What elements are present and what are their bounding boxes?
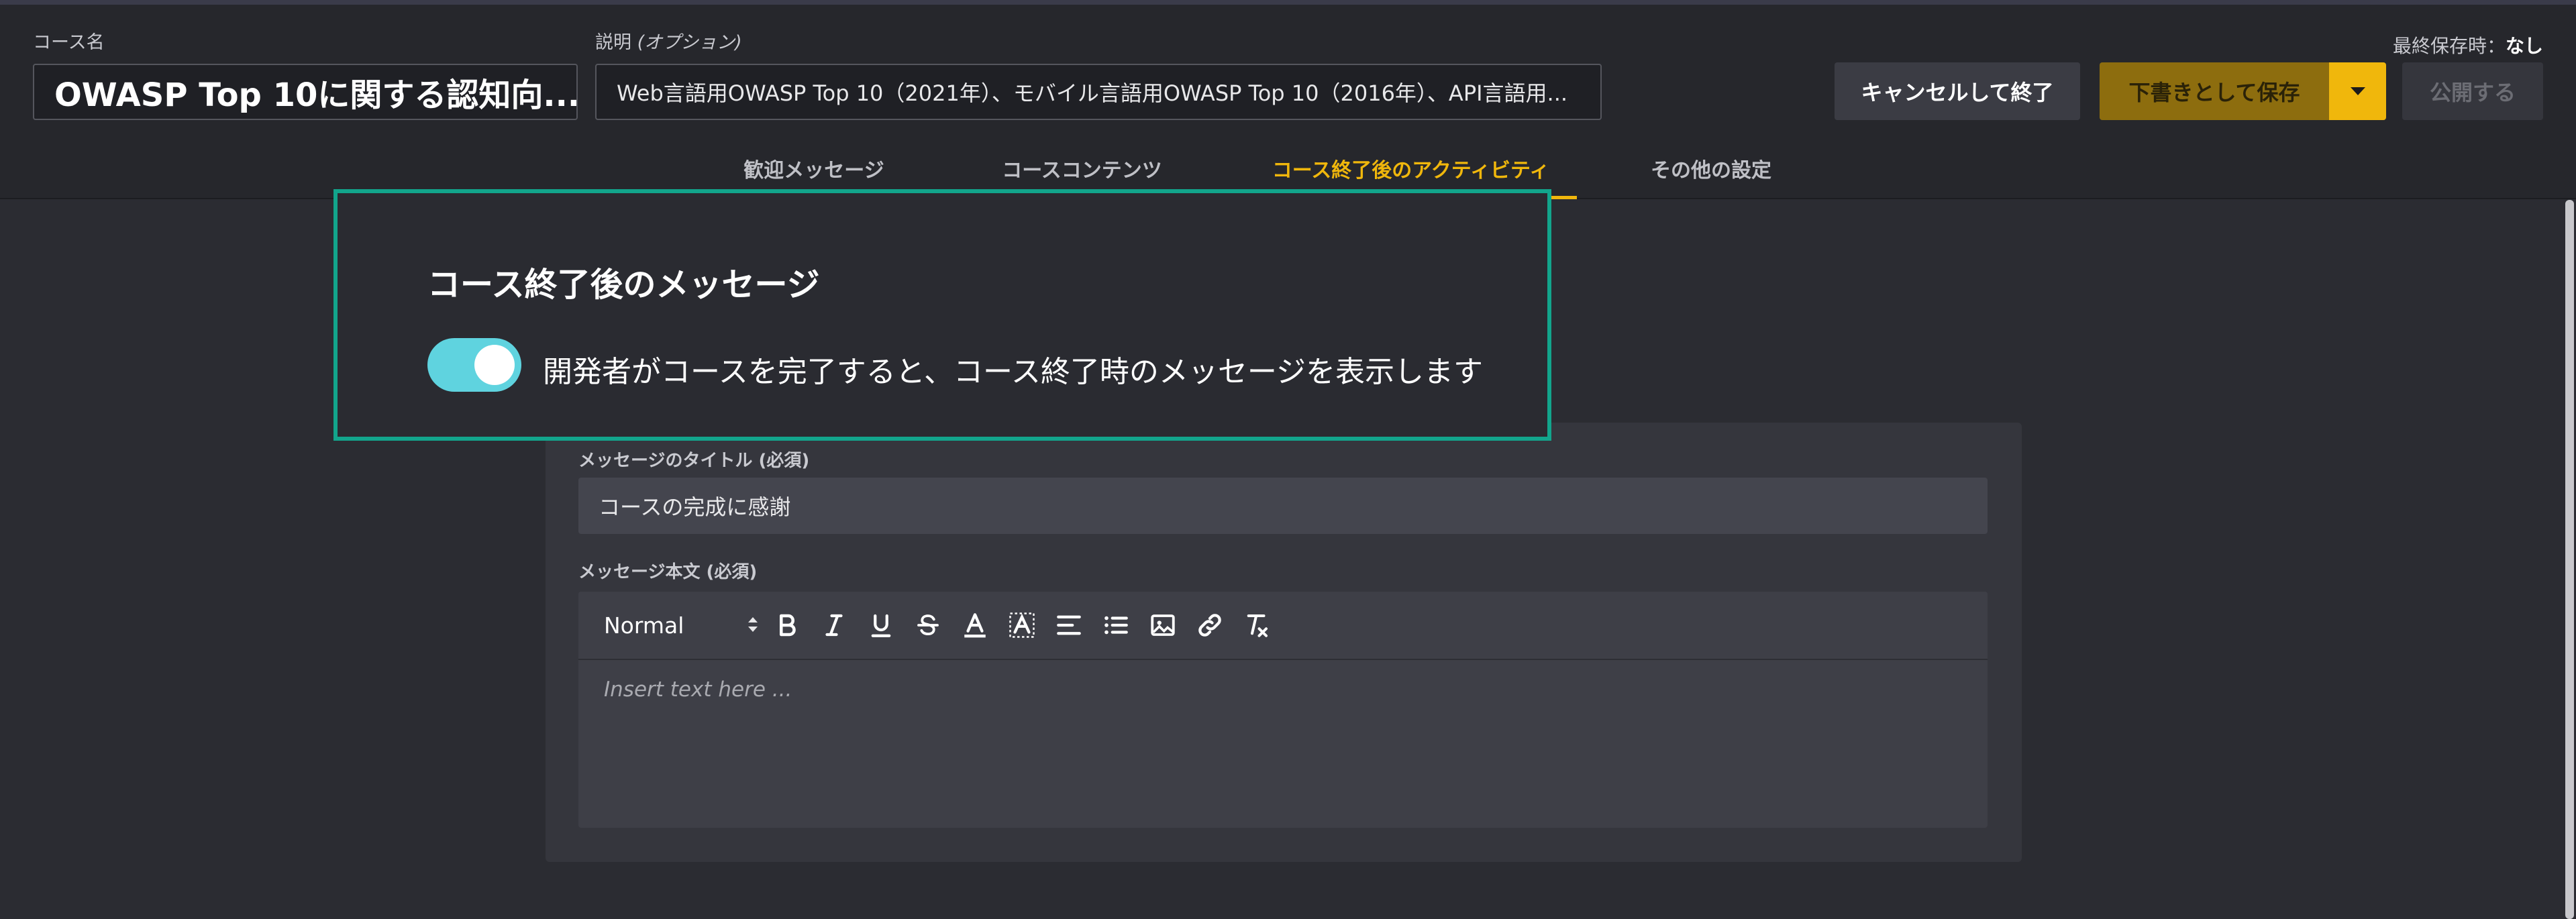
last-saved-value: なし [2505,35,2543,57]
description-input[interactable]: Web言語用OWASP Top 10（2021年）、モバイル言語用OWASP T… [595,64,1602,120]
image-icon[interactable] [1147,610,1178,641]
toggle-knob [474,345,515,385]
toggle-label: 開発者がコースを完了すると、コース終了時のメッセージを表示します [543,355,1483,389]
tab-label: その他の設定 [1651,159,1771,182]
description-value: Web言語用OWASP Top 10（2021年）、モバイル言語用OWASP T… [617,80,1568,106]
top-accent-line [0,0,2576,5]
message-title-value: コースの完成に感謝 [599,494,791,520]
background-color-icon[interactable] [1007,610,1037,641]
description-label-text: 説明 [595,32,631,53]
italic-icon[interactable] [819,610,849,641]
save-draft-button[interactable]: 下書きとして保存 [2100,62,2329,120]
bullet-list-icon[interactable] [1100,610,1131,641]
rich-text-editor: Normal Insert text here ... [578,592,1988,828]
message-title-input[interactable]: コースの完成に感謝 [578,478,1988,534]
editor-placeholder[interactable]: Insert text here ... [604,678,792,702]
scrollbar-thumb[interactable] [2565,200,2574,919]
description-optional-text: (オプション) [637,32,742,53]
select-arrows-icon [748,613,758,637]
tab-label: コースコンテンツ [1002,159,1162,182]
section-title: コース終了後のメッセージ [427,266,820,304]
strikethrough-icon[interactable] [913,610,943,641]
font-color-icon[interactable] [960,610,990,641]
text-format-value: Normal [604,612,684,639]
tab-label: 歓迎メッセージ [743,159,884,182]
cancel-and-exit-button[interactable]: キャンセルして終了 [1835,62,2080,120]
editor-toolbar: Normal [578,592,1988,660]
clear-format-icon[interactable] [1241,610,1272,641]
tab-label: コース終了後のアクティビティ [1272,159,1550,182]
save-options-dropdown-button[interactable] [2329,62,2386,120]
show-end-message-toggle[interactable] [427,338,521,392]
tab-other-settings[interactable]: その他の設定 [1644,139,1778,198]
course-name-label: コース名 [33,32,105,53]
message-title-label: メッセージのタイトル (必須) [578,451,810,471]
course-name-value: OWASP Top 10に関する認知向... [54,76,578,114]
align-icon[interactable] [1053,610,1084,641]
last-saved-status: 最終保存時：なし [2393,32,2543,58]
last-saved-label: 最終保存時： [2392,35,2506,57]
text-format-select[interactable]: Normal [604,610,758,640]
description-label: 説明 (オプション) [595,28,742,54]
message-body-label: メッセージ本文 (必須) [578,562,758,582]
caret-down-icon [2350,87,2365,95]
link-icon[interactable] [1194,610,1225,641]
bold-icon[interactable] [772,610,803,641]
publish-button[interactable]: 公開する [2402,62,2543,120]
post-course-message-highlight: コース終了後のメッセージ 開発者がコースを完了すると、コース終了時のメッセージを… [333,189,1551,441]
underline-icon[interactable] [866,610,896,641]
course-name-input[interactable]: OWASP Top 10に関する認知向... [33,64,578,120]
course-header: コース名 OWASP Top 10に関する認知向... 説明 (オプション) W… [0,5,2576,139]
